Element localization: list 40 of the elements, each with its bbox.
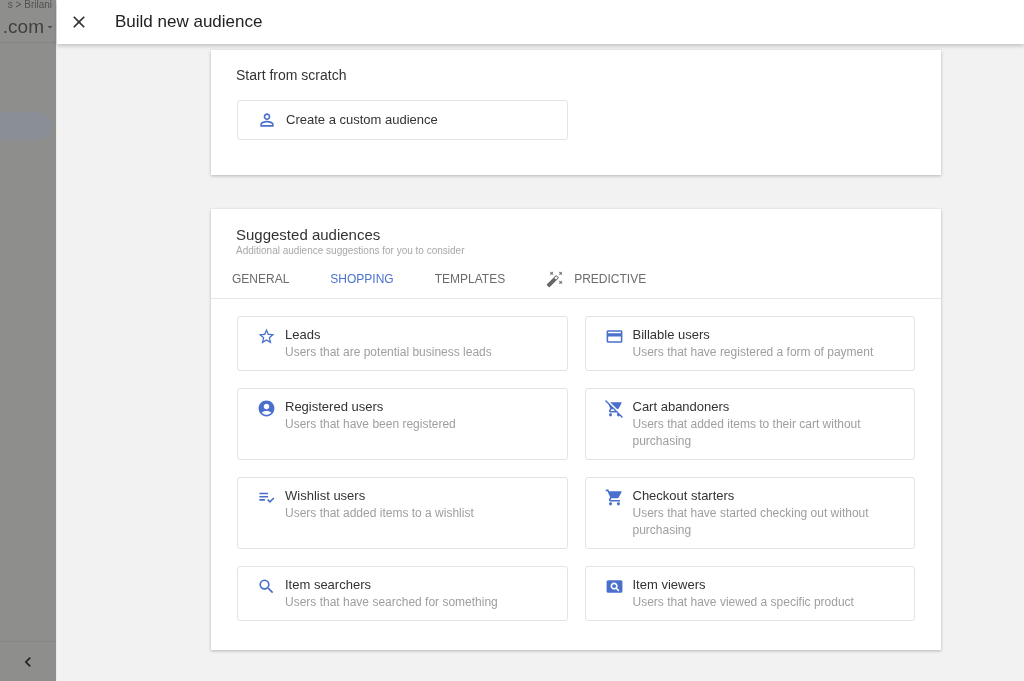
- audience-title: Cart abandoners: [632, 399, 731, 415]
- audience-card[interactable]: Wishlist users Users that added items to a wishlist: [237, 477, 568, 549]
- audience-card[interactable]: Cart abandoners Users that added items to their cart without purchasing: [584, 388, 915, 460]
- shopping-cart-icon: [604, 488, 624, 507]
- dialog-title: Build new audience: [115, 11, 263, 34]
- audience-title: Checkout starters: [632, 488, 736, 504]
- tab[interactable]: TEMPLATES: [434, 264, 506, 294]
- audience-title: Billable users: [632, 327, 711, 343]
- tab[interactable]: PREDICTIVE: [546, 264, 647, 294]
- card-subtitle: Additional audience suggestions for you to consider: [236, 245, 466, 257]
- audience-description: Users that have started checking out without purchasing: [632, 505, 870, 539]
- card-title: Suggested audiences: [236, 226, 382, 244]
- audience-card[interactable]: Billable users Users that have registered a form of payment: [584, 316, 915, 371]
- audience-card[interactable]: Item searchers Users that have searched for something: [237, 566, 568, 621]
- audience-description: Users that added items to their cart without purchasing: [632, 416, 862, 450]
- card-title: Start from scratch: [236, 66, 348, 84]
- audience-title: Registered users: [285, 399, 385, 415]
- audience-card[interactable]: Leads Users that are potential business leads: [237, 316, 568, 371]
- property-name: .com: [2, 16, 44, 38]
- audience-title: Wishlist users: [285, 488, 367, 504]
- audience-title: Item searchers: [285, 577, 372, 593]
- audience-card[interactable]: Item viewers Users that have viewed a specific product: [584, 566, 915, 621]
- audience-description: Users that added items to a wishlist: [285, 505, 474, 522]
- credit-card-icon: [604, 327, 624, 346]
- star-icon: [257, 327, 276, 346]
- audience-description: Users that have been registered: [285, 416, 456, 433]
- audience-description: Users that have viewed a specific product: [632, 594, 854, 611]
- tab[interactable]: SHOPPING: [330, 264, 394, 294]
- tab[interactable]: GENERAL: [232, 264, 290, 294]
- audience-title: Leads: [285, 327, 322, 343]
- search-icon: [257, 577, 276, 596]
- audience-description: Users that have registered a form of payment: [632, 344, 874, 361]
- audience-card[interactable]: Checkout starters Users that have started checking out without purchasing: [584, 477, 915, 549]
- crossed-cart-icon: [604, 399, 624, 418]
- audience-title: Item viewers: [632, 577, 707, 593]
- audience-card[interactable]: Registered users Users that have been registered: [237, 388, 568, 460]
- audience-description: Users that have searched for something: [285, 594, 498, 611]
- magic-wand-icon: [546, 270, 565, 288]
- create-audience-button[interactable]: Create a custom audience: [237, 100, 568, 140]
- audience-description: Users that are potential business leads: [285, 344, 492, 361]
